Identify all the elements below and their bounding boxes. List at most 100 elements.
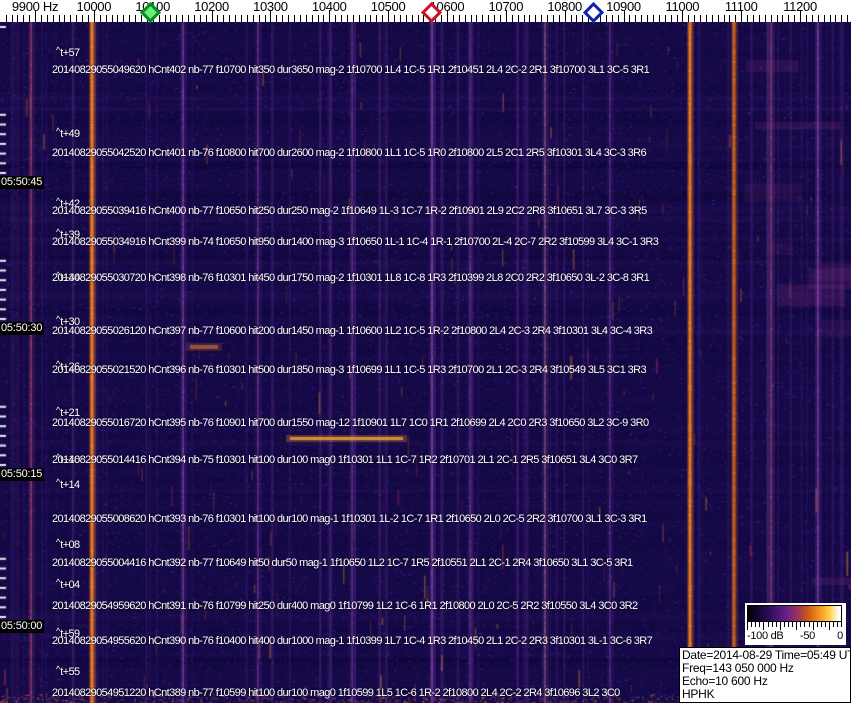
event-log-line: 20140829054955620 hCnt390 nb-76 f10400 h… [52,635,653,647]
frequency-tick [176,15,178,22]
colorbar-tick [816,622,818,627]
frequency-tick [341,15,342,22]
frequency-tick [5,15,7,22]
colorbar-tick [775,622,777,627]
caret-icon: ^ [56,126,61,136]
frequency-tick [52,15,54,22]
frequency-tick [805,15,807,22]
frequency-tick [735,15,737,22]
frequency-tick [723,15,725,22]
event-log-line: 20140829055021520 hCnt396 nb-76 f10301 h… [52,364,647,376]
frequency-tick [647,15,648,22]
frequency-tick [635,15,637,22]
frequency-tick [605,15,607,22]
frequency-tick [658,15,660,22]
frequency-tick [235,15,237,22]
frequency-tick [464,15,466,22]
colorbar-tick [792,622,794,627]
frequency-tick [58,15,60,22]
frequency-tick [88,15,89,22]
time-label: 05:50:30 [0,322,45,335]
frequency-tick [223,15,225,22]
frequency-tick [511,15,513,22]
event-log-line: 20140829055014416 hCnt394 nb-75 f10301 h… [52,454,638,466]
frequency-tick [823,15,825,22]
frequency-tick [788,15,790,22]
colorbar-tick [796,622,798,630]
frequency-tick [576,15,578,22]
colorbar-tick [824,622,826,627]
frequency-tick [376,15,378,22]
caret-icon: ^ [56,477,61,487]
colorbar-gradient [747,605,842,622]
frequency-tick [358,15,360,22]
colorbar-labels: -100 dB -50 0 [747,630,843,643]
frequency-tick [193,15,195,22]
frequency-tick [129,15,131,22]
frequency-tick [676,15,678,22]
frequency-tick [417,15,419,22]
frequency-tick [441,15,443,22]
frequency-tick [346,15,348,22]
colorbar-max-label: 0 [837,630,843,642]
frequency-tick [664,15,666,22]
time-label: 05:50:45 [0,176,45,189]
event-time-marker: ^t+08 [56,537,80,551]
color-scale-legend: -100 dB -50 0 [745,603,846,645]
frequency-tick [782,15,784,22]
frequency-tick [529,15,531,22]
frequency-tick [135,15,136,22]
frequency-tick [311,15,313,22]
frequency-tick [611,15,613,22]
frequency-tick [252,15,254,22]
event-time-marker: ^t+57 [56,45,80,59]
frequency-tick [99,15,101,22]
time-label: 05:50:15 [0,468,45,481]
frequency-tick [170,15,172,22]
frequency-tick [499,15,501,22]
event-log-line: 20140829055039416 hCnt400 nb-77 f10650 h… [52,205,647,217]
frequency-tick [70,15,72,22]
colorbar-tick [812,622,814,630]
frequency-tick-label: 10300 [253,0,288,14]
frequency-tick-label: 10200 [194,0,229,14]
frequency-tick [747,15,749,22]
frequency-tick-label: 9900 Hz [11,0,59,14]
event-time-marker: ^t+14 [56,477,80,491]
info-station-code: HPHK [682,687,715,701]
caret-icon: ^ [56,405,61,415]
colorbar-tick [771,622,773,627]
colorbar-tick [788,622,789,627]
frequency-tick [411,15,413,22]
frequency-tick [123,15,125,22]
frequency-tick [258,15,260,22]
event-log-line: 20140829055034916 hCnt399 nb-74 f10650 h… [52,236,659,248]
frequency-tick [229,15,231,22]
colorbar-tick [833,622,835,627]
frequency-tick [246,15,248,22]
event-log-line: 20140829055042520 hCnt401 nb-76 f10800 h… [52,147,647,159]
frequency-tick [317,15,319,22]
caret-icon: ^ [56,664,61,674]
frequency-tick-label: 10400 [311,0,347,14]
frequency-tick [523,15,525,22]
frequency-tick [399,15,401,22]
colorbar-tick [763,622,765,630]
frequency-tick [335,15,337,22]
frequency-tick [552,15,554,22]
colorbar-tick [755,622,757,627]
frequency-tick [776,15,778,22]
frequency-tick [547,15,548,22]
frequency-tick [817,15,819,22]
frequency-tick [482,15,484,22]
frequency-tick [199,15,201,22]
frequency-tick [241,15,242,22]
colorbar-tick [751,622,753,627]
frequency-tick-label: 11200 [783,0,817,14]
frequency-tick [688,15,690,22]
colorbar-tick [804,622,806,627]
frequency-tick [694,15,696,22]
frequency-tick [40,15,42,22]
frequency-tick [323,15,325,22]
caret-icon: ^ [56,577,61,587]
